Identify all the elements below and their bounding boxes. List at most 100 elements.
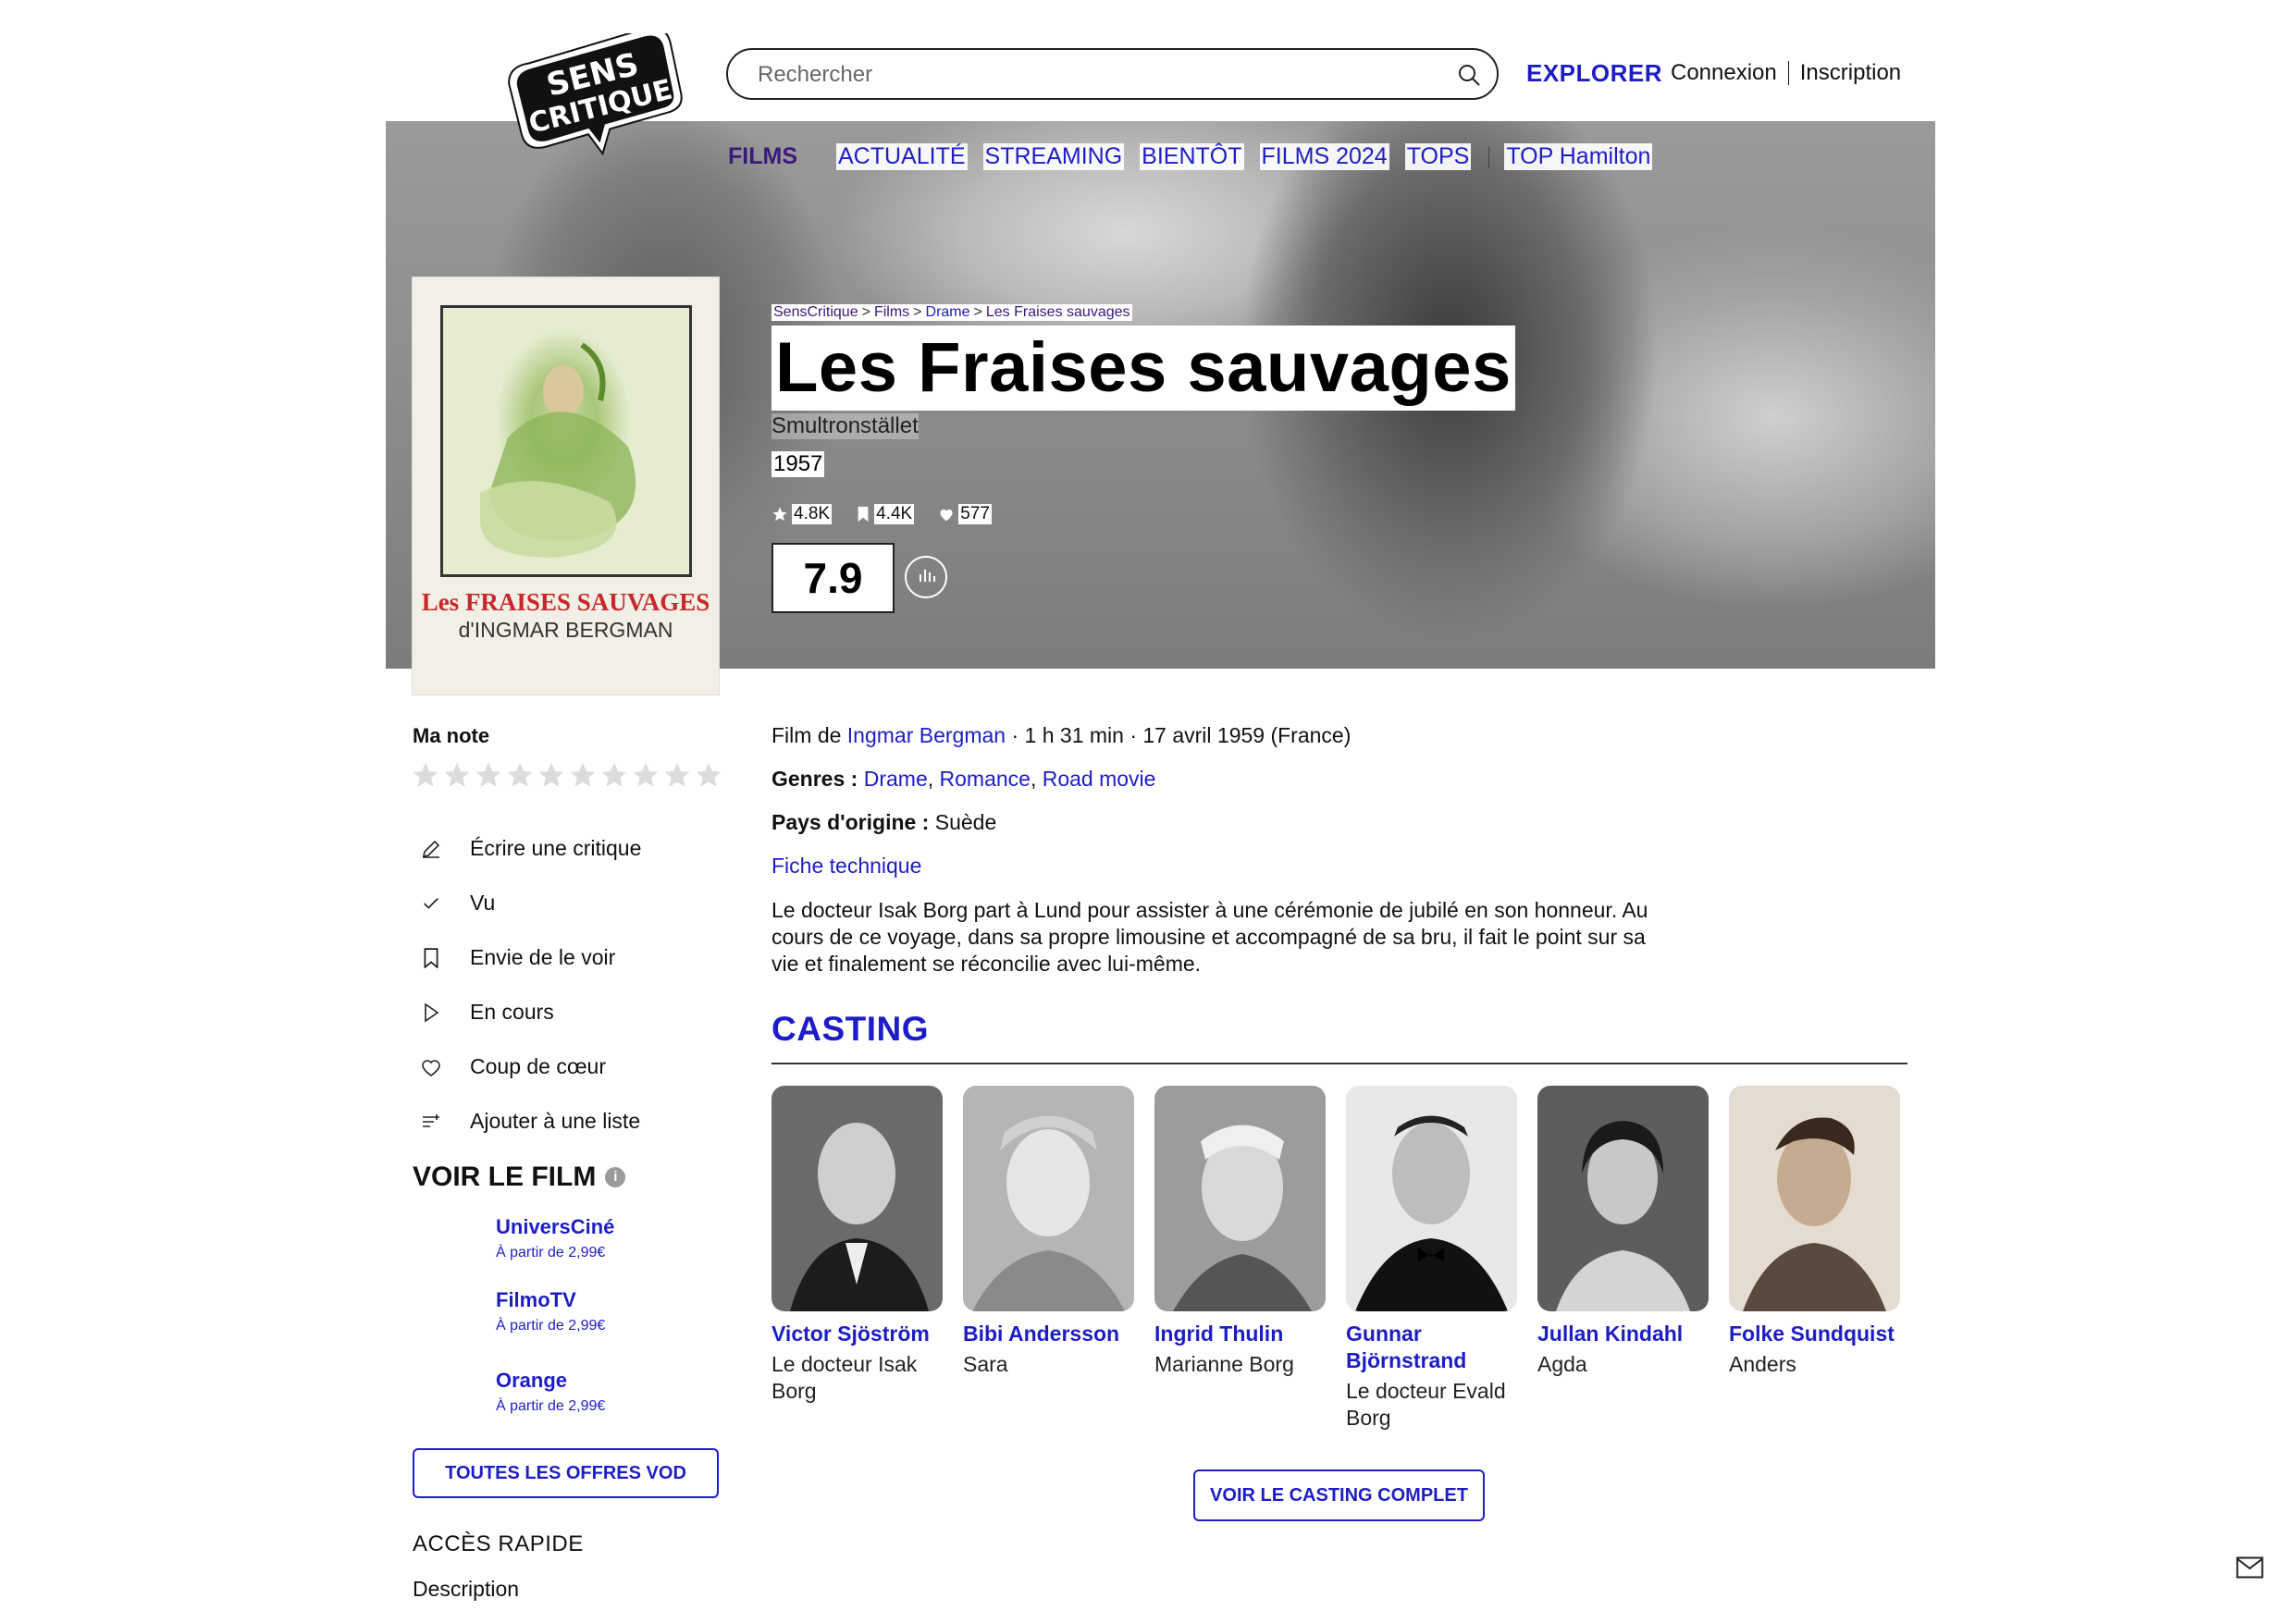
genre-link-road-movie[interactable]: Road movie <box>1043 767 1156 791</box>
nav-top-hamilton[interactable]: TOP Hamilton <box>1504 143 1653 170</box>
country-line: Pays d'origine : Suède <box>772 810 997 834</box>
release-year: 1957 <box>772 451 825 477</box>
film-title: Les Fraises sauvages <box>772 326 1515 411</box>
mail-icon[interactable] <box>2236 1556 2264 1579</box>
vod-provider-name[interactable]: Orange <box>496 1369 605 1393</box>
film-stats: 4.8K 4.4K 577 <box>772 504 1016 524</box>
poster-illustration <box>440 305 692 577</box>
rating-stars[interactable] <box>411 760 725 790</box>
list-add-icon <box>418 1109 444 1135</box>
all-vod-offers-button[interactable]: TOUTES LES OFFRES VOD <box>413 1448 719 1498</box>
actor-role: Le docteur Isak Borg <box>772 1352 918 1403</box>
rating-star-icon[interactable] <box>631 760 660 790</box>
nav-bientot[interactable]: BIENTÔT <box>1140 143 1244 170</box>
explore-link[interactable]: EXPLORER <box>1526 59 1662 88</box>
vod-provider-name[interactable]: UniversCiné <box>496 1215 614 1239</box>
rating-star-icon[interactable] <box>537 760 566 790</box>
vod-offer[interactable]: UniversCiné À partir de 2,99€ <box>496 1215 614 1261</box>
breadcrumb-drame[interactable]: Drame <box>926 304 970 320</box>
actor-photo[interactable] <box>1537 1086 1709 1311</box>
rating-star-icon[interactable] <box>694 760 723 790</box>
info-icon[interactable]: i <box>605 1167 626 1187</box>
vod-price: À partir de 2,99€ <box>496 1318 606 1334</box>
actor-photo[interactable] <box>1154 1086 1326 1311</box>
cast-card[interactable]: Victor Sjöström Le docteur Isak Borg <box>772 1086 943 1405</box>
login-link[interactable]: Connexion <box>1671 60 1777 86</box>
cast-card[interactable]: Ingrid Thulin Marianne Borg <box>1154 1086 1326 1378</box>
nav-actualite[interactable]: ACTUALITÉ <box>836 143 968 170</box>
search-icon[interactable] <box>1456 62 1482 88</box>
actor-photo[interactable] <box>772 1086 943 1311</box>
action-in-progress[interactable]: En cours <box>418 985 641 1039</box>
rating-star-icon[interactable] <box>662 760 692 790</box>
cast-card[interactable]: Jullan Kindahl Agda <box>1537 1086 1709 1378</box>
stat-ratings: 4.8K <box>772 504 833 524</box>
action-favorite[interactable]: Coup de cœur <box>418 1039 641 1094</box>
vod-provider-name[interactable]: FilmoTV <box>496 1288 605 1312</box>
pencil-icon <box>418 836 444 862</box>
vod-offer[interactable]: Orange À partir de 2,99€ <box>496 1369 605 1415</box>
original-title: Smultronstället <box>772 413 919 439</box>
check-icon <box>418 891 444 916</box>
nav-tops[interactable]: TOPS <box>1404 143 1472 170</box>
action-add-to-list[interactable]: Ajouter à une liste <box>418 1094 641 1149</box>
star-icon <box>772 507 787 522</box>
vod-price: À partir de 2,99€ <box>496 1245 606 1260</box>
cast-card[interactable]: Folke Sundquist Anders <box>1729 1086 1900 1378</box>
cast-card[interactable]: Bibi Andersson Sara <box>963 1086 1134 1378</box>
nav-divider <box>1488 145 1490 168</box>
actor-photo[interactable] <box>963 1086 1134 1311</box>
rating-star-icon[interactable] <box>442 760 472 790</box>
watch-film-title: VOIR LE FILM i <box>413 1162 626 1193</box>
action-seen[interactable]: Vu <box>418 876 641 930</box>
heart-icon <box>418 1054 444 1080</box>
rating-star-icon[interactable] <box>505 760 535 790</box>
senscritique-logo[interactable]: SENS CRITIQUE <box>498 26 694 157</box>
genres-line: Genres : Drame, Romance, Road movie <box>772 767 1156 791</box>
bookmark-icon <box>858 506 869 523</box>
genre-link-romance[interactable]: Romance <box>940 767 1031 791</box>
actor-role: Agda <box>1537 1352 1587 1376</box>
actor-name[interactable]: Gunnar Björnstrand <box>1346 1321 1517 1374</box>
actor-name[interactable]: Ingrid Thulin <box>1154 1321 1326 1347</box>
actor-role: Sara <box>963 1352 1008 1376</box>
actor-name[interactable]: Folke Sundquist <box>1729 1321 1900 1347</box>
nav-streaming[interactable]: STREAMING <box>982 143 1125 170</box>
bar-chart-icon <box>920 570 935 582</box>
actor-name[interactable]: Victor Sjöström <box>772 1321 943 1347</box>
auth-divider <box>1787 61 1789 85</box>
genre-link-drame[interactable]: Drame <box>864 767 928 791</box>
nav-films[interactable]: FILMS <box>726 143 799 170</box>
action-wishlist[interactable]: Envie de le voir <box>418 930 641 985</box>
film-poster[interactable]: Les FRAISES SAUVAGES d'INGMAR BERGMAN <box>413 277 719 695</box>
actor-name[interactable]: Jullan Kindahl <box>1537 1321 1709 1347</box>
poster-director-text: d'INGMAR BERGMAN <box>458 618 673 642</box>
vod-price: À partir de 2,99€ <box>496 1398 606 1414</box>
quick-link-description[interactable]: Description <box>413 1577 519 1602</box>
full-cast-button[interactable]: VOIR LE CASTING COMPLET <box>1193 1469 1485 1521</box>
signup-link[interactable]: Inscription <box>1800 60 1901 86</box>
action-write-review[interactable]: Écrire une critique <box>418 821 641 876</box>
actor-photo[interactable] <box>1729 1086 1900 1311</box>
breadcrumb-current[interactable]: Les Fraises sauvages <box>986 304 1130 320</box>
rating-star-icon[interactable] <box>599 760 629 790</box>
stat-wishlist: 4.4K <box>856 504 915 524</box>
director-link[interactable]: Ingmar Bergman <box>847 723 1006 747</box>
breadcrumb-films[interactable]: Films <box>874 304 909 320</box>
actor-photo[interactable] <box>1346 1086 1517 1311</box>
stat-favorites: 577 <box>938 504 992 524</box>
cast-card[interactable]: Gunnar Björnstrand Le docteur Evald Borg <box>1346 1086 1517 1432</box>
breadcrumb-home[interactable]: SensCritique <box>773 304 858 320</box>
rating-star-icon[interactable] <box>411 760 440 790</box>
actor-name[interactable]: Bibi Andersson <box>963 1321 1134 1347</box>
rating-star-icon[interactable] <box>568 760 598 790</box>
vod-offer[interactable]: FilmoTV À partir de 2,99€ <box>496 1288 605 1334</box>
nav-films-2024[interactable]: FILMS 2024 <box>1259 143 1389 170</box>
actor-role: Le docteur Evald Borg <box>1346 1379 1506 1430</box>
search-bar[interactable] <box>726 48 1499 100</box>
rating-star-icon[interactable] <box>474 760 503 790</box>
search-input[interactable] <box>756 57 1426 92</box>
quick-access-title: ACCÈS RAPIDE <box>413 1531 584 1556</box>
tech-sheet-link[interactable]: Fiche technique <box>772 854 921 879</box>
rating-distribution-button[interactable] <box>905 556 947 598</box>
